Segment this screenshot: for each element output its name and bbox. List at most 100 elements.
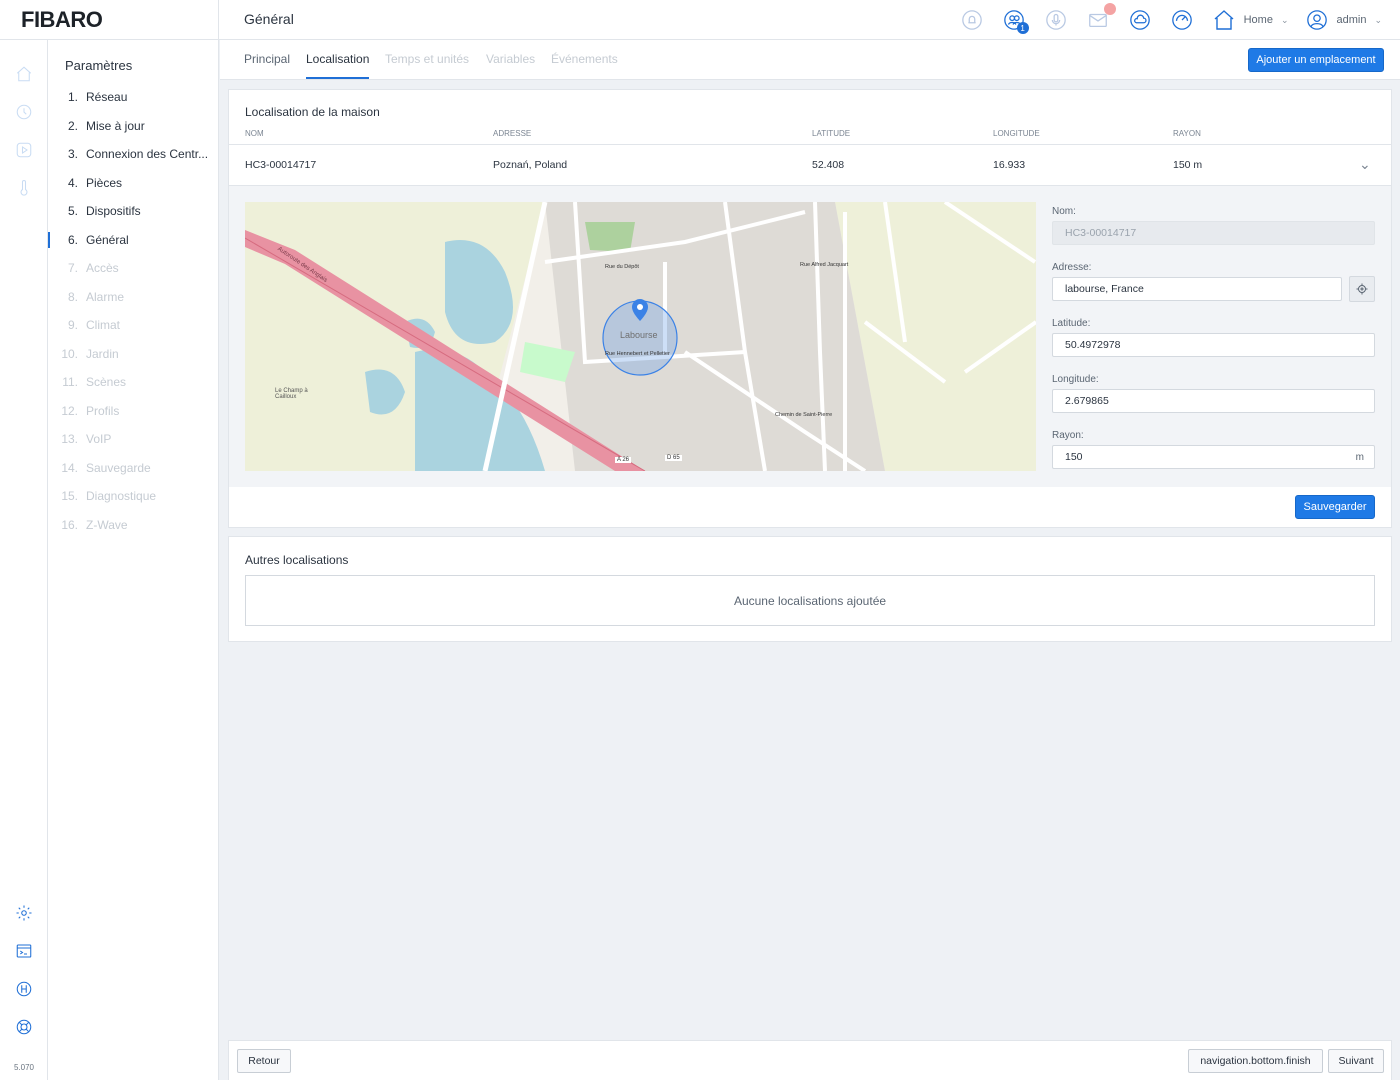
location-table-header: Nom Adresse Latitude Longitude Rayon xyxy=(229,129,1391,143)
column-header-longitude: Longitude xyxy=(993,129,1040,138)
name-input: HC3-00014717 xyxy=(1052,221,1375,245)
sidebar-item-number: 12. xyxy=(61,403,78,418)
sidebar-item-label: Jardin xyxy=(86,346,119,361)
home-icon[interactable] xyxy=(14,64,34,84)
home-location-card: Localisation de la maison Nom Adresse La… xyxy=(228,89,1392,528)
chevron-down-icon: ⌄ xyxy=(1280,14,1289,25)
sidebar-item-label: Accès xyxy=(86,261,119,276)
messages-icon[interactable] xyxy=(1086,3,1116,32)
energy-gauge-icon[interactable] xyxy=(1170,8,1194,32)
row-radius: 150 m xyxy=(1173,159,1203,171)
chevron-down-icon[interactable]: ⌄ xyxy=(1359,156,1371,173)
next-button[interactable]: Suivant xyxy=(1328,1049,1384,1073)
finish-button[interactable]: navigation.bottom.finish xyxy=(1188,1049,1323,1073)
column-header-name: Nom xyxy=(245,129,264,138)
sidebar-item-number: 1. xyxy=(67,90,78,105)
sidebar-item-label: Sauvegarde xyxy=(86,460,151,475)
radius-input[interactable]: 150 m xyxy=(1052,445,1375,469)
devices-icon[interactable] xyxy=(14,102,34,122)
sidebar-item-14: 14. Sauvegarde xyxy=(48,454,219,483)
sidebar-item-11: 11. Scènes xyxy=(48,368,219,397)
sidebar-item-label: Diagnostique xyxy=(86,489,157,504)
sidebar-item-label: Alarme xyxy=(86,289,125,304)
plugin-icon[interactable] xyxy=(14,979,34,999)
user-label: admin xyxy=(1336,14,1367,26)
sidebar-item-label: VoIP xyxy=(86,432,112,447)
app-version: 5.070 xyxy=(13,1063,35,1072)
location-map[interactable]: Labourse Autoroute des Anglais Le Champ … xyxy=(245,202,1036,471)
sidebar-item-5[interactable]: 5. Dispositifs xyxy=(48,197,219,226)
sidebar-item-number: 2. xyxy=(67,118,78,133)
sidebar-item-3[interactable]: 3. Connexion des Centr... xyxy=(48,140,219,169)
help-lifebuoy-icon[interactable] xyxy=(14,1017,34,1037)
row-latitude: 52.408 xyxy=(812,159,845,171)
terminal-icon[interactable] xyxy=(14,941,34,961)
other-locations-title: Autres localisations xyxy=(245,553,349,567)
settings-nav-title: Paramètres xyxy=(65,58,133,73)
user-menu[interactable]: admin ⌄ xyxy=(1306,9,1382,31)
sidebar-item-number: 11. xyxy=(62,375,78,390)
sidebar-item-number: 7. xyxy=(67,261,78,276)
chevron-down-icon: ⌄ xyxy=(1374,14,1382,25)
map-label-chemin: Chemin de Saint-Pierre xyxy=(775,412,833,418)
alarm-icon[interactable] xyxy=(960,8,984,32)
map-label-champ: Le Champ à Cailloux xyxy=(275,388,308,400)
tab-localisation[interactable]: Localisation xyxy=(306,52,370,79)
sidebar-item-label: Général xyxy=(86,232,129,247)
user-avatar-icon xyxy=(1307,10,1328,30)
back-button[interactable]: Retour xyxy=(237,1049,291,1073)
sidebar-item-16: 16. Z-Wave xyxy=(48,511,219,540)
sidebar-item-number: 15. xyxy=(61,489,78,504)
sidebar-item-label: Profils xyxy=(86,403,120,418)
microphone-icon[interactable] xyxy=(1044,8,1068,32)
sidebar-item-number: 14. xyxy=(61,460,78,475)
sidebar-item-number: 13. xyxy=(61,432,78,447)
sidebar-item-number: 5. xyxy=(67,204,78,219)
name-label: Nom: xyxy=(1052,206,1076,217)
sidebar-item-6[interactable]: 6. Général xyxy=(48,226,219,255)
sidebar-item-label: Connexion des Centr... xyxy=(86,147,209,162)
sidebar-item-number: 4. xyxy=(67,175,78,190)
weather-icon[interactable] xyxy=(1128,8,1152,32)
sidebar-item-10: 10. Jardin xyxy=(48,340,219,369)
address-label: Adresse: xyxy=(1052,262,1092,273)
tab-principal[interactable]: Principal xyxy=(244,52,290,77)
users-icon[interactable]: 1 xyxy=(1002,8,1029,34)
locate-button[interactable] xyxy=(1349,276,1375,302)
location-table-row[interactable]: HC3-00014717 Poznań, Poland 52.408 16.93… xyxy=(229,144,1391,184)
save-button[interactable]: Sauvegarder xyxy=(1295,495,1375,519)
sidebar-item-7: 7. Accès xyxy=(48,254,219,283)
sidebar-item-label: Mise à jour xyxy=(86,118,145,133)
empty-locations-message: Aucune localisations ajoutée xyxy=(245,575,1375,626)
tab-evenements: Événements xyxy=(551,52,618,66)
row-address: Poznań, Poland xyxy=(493,159,568,171)
home-icon xyxy=(1214,10,1234,30)
tab-variables: Variables xyxy=(486,52,536,66)
settings-nav-list: 1. Réseau 2. Mise à jour 3. Connexion des Cen… xyxy=(48,83,219,539)
scenes-icon[interactable] xyxy=(14,140,34,160)
latitude-input[interactable]: 50.4972978 xyxy=(1052,333,1375,357)
sidebar-item-number: 16. xyxy=(61,517,78,532)
home-selector[interactable]: Home ⌄ xyxy=(1212,8,1289,32)
sidebar-item-8: 8. Alarme xyxy=(48,283,219,312)
sidebar-item-label: Climat xyxy=(86,318,121,333)
tab-temps-et-unites: Temps et unités xyxy=(385,52,470,66)
longitude-input[interactable]: 2.679865 xyxy=(1052,389,1375,413)
settings-gear-icon[interactable] xyxy=(14,903,34,923)
radius-unit: m xyxy=(1355,451,1364,463)
crosshair-icon xyxy=(1356,283,1368,295)
thermometer-icon[interactable] xyxy=(14,178,34,198)
sidebar-item-label: Pièces xyxy=(86,175,123,190)
top-bar: FIBARO Général 1 Home ⌄ admin ⌄ xyxy=(0,0,1400,40)
sidebar-item-15: 15. Diagnostique xyxy=(48,482,219,511)
map-center-label: Labourse xyxy=(620,330,658,340)
address-input[interactable]: labourse, France xyxy=(1052,277,1342,301)
sidebar-item-1[interactable]: 1. Réseau xyxy=(48,83,219,112)
sidebar-item-label: Réseau xyxy=(86,90,128,105)
add-location-button[interactable]: Ajouter un emplacement xyxy=(1248,48,1384,72)
fibaro-logo[interactable]: FIBARO xyxy=(0,0,219,40)
sidebar-item-4[interactable]: 4. Pièces xyxy=(48,169,219,198)
sidebar-item-2[interactable]: 2. Mise à jour xyxy=(48,112,219,141)
radius-label: Rayon: xyxy=(1052,430,1084,441)
radius-value: 150 xyxy=(1065,451,1083,463)
